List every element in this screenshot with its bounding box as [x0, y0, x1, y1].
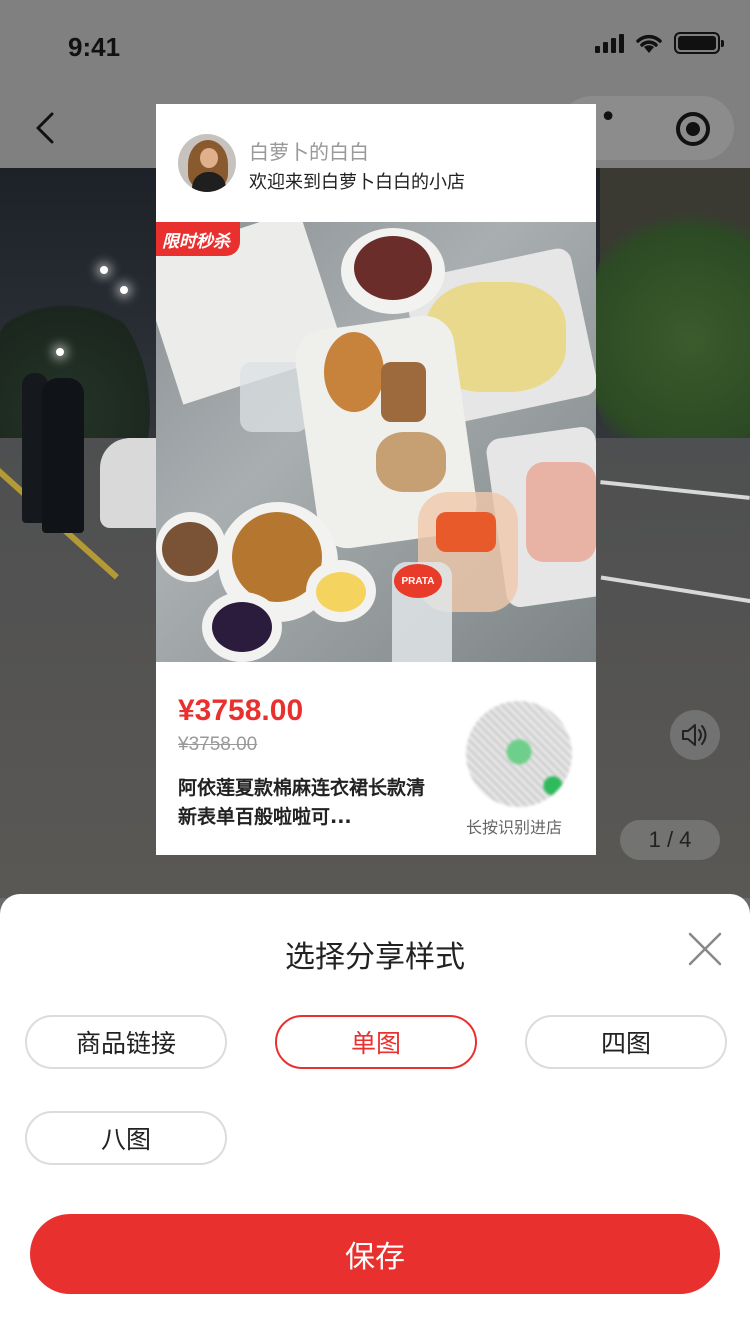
back-icon[interactable]: [28, 108, 68, 148]
avatar: [178, 134, 236, 192]
bottle-label: PRATA: [394, 564, 442, 598]
option-four-images[interactable]: 四图: [525, 1015, 727, 1069]
shop-name: 白萝卜的白白: [249, 140, 369, 164]
product-image: PRATA: [156, 222, 596, 662]
option-product-link[interactable]: 商品链接: [25, 1015, 227, 1069]
wifi-icon: [636, 34, 662, 53]
product-price: ¥3758.00: [178, 694, 304, 727]
share-poster: 白萝卜的白白 欢迎来到白萝卜白白的小店 PRATA 限时秒杀 ¥3758.00 …: [156, 104, 596, 855]
status-time: 9:41: [68, 32, 121, 62]
close-icon[interactable]: [686, 930, 724, 968]
sheet-title: 选择分享样式: [285, 940, 465, 975]
shop-welcome: 欢迎来到白萝卜白白的小店: [249, 172, 465, 193]
volume-button[interactable]: [670, 710, 720, 760]
qr-caption: 长按识别进店: [466, 818, 563, 837]
volume-icon: [682, 724, 707, 746]
flash-sale-badge: 限时秒杀: [156, 222, 240, 256]
poster-header: 白萝卜的白白 欢迎来到白萝卜白白的小店: [156, 104, 596, 222]
save-button[interactable]: 保存: [30, 1214, 720, 1294]
option-eight-images[interactable]: 八图: [25, 1111, 227, 1165]
battery-icon: [674, 32, 724, 54]
signal-icon: [595, 33, 624, 53]
product-title: 阿依莲夏款棉麻连衣裙长款清新表单百般啦啦可...: [178, 777, 426, 828]
qr-code: [466, 701, 572, 807]
option-single-image[interactable]: 单图: [275, 1015, 477, 1069]
close-mini-program-icon[interactable]: [676, 112, 710, 146]
page-indicator: 1 / 4: [620, 820, 720, 860]
share-style-sheet: 选择分享样式 商品链接 单图 四图 八图 保存: [0, 894, 750, 1334]
status-icons: [595, 32, 724, 54]
original-price: ¥3758.00: [178, 734, 258, 755]
